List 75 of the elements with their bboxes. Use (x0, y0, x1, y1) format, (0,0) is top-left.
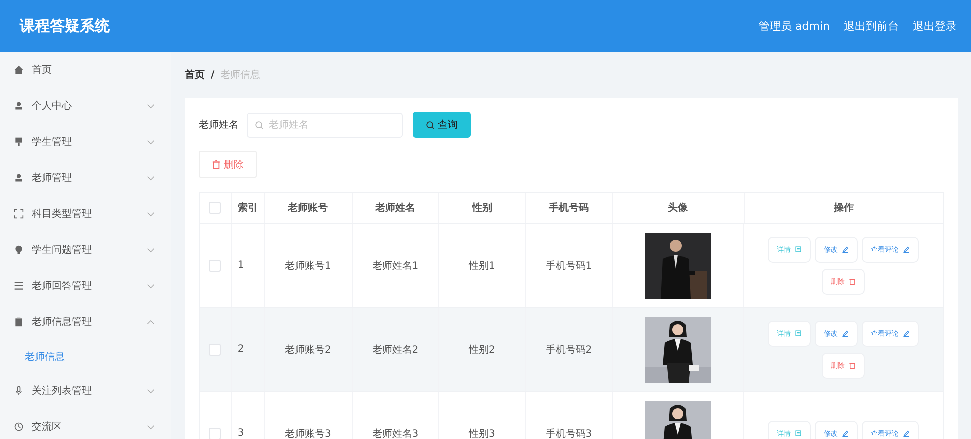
chevron-icon (147, 388, 155, 394)
trash-icon (849, 362, 856, 369)
column-header: 操作 (832, 202, 855, 216)
clock-icon (14, 422, 24, 432)
menu-label: 首页 (32, 64, 53, 77)
checkbox[interactable] (209, 344, 222, 356)
microphone-icon (14, 386, 24, 396)
chevron-icon (147, 140, 155, 144)
chevron-icon (147, 284, 155, 288)
trash-icon (849, 278, 856, 285)
home-icon (14, 65, 24, 75)
menu-item[interactable]: 老师回答管理 (0, 268, 171, 304)
pencil-icon (842, 330, 850, 337)
chevron-icon (147, 176, 155, 180)
menu-item[interactable]: 学生管理 (0, 124, 171, 160)
header-link[interactable]: 退出登录 (913, 18, 957, 34)
clipboard-icon (14, 317, 24, 327)
search-icon (426, 120, 435, 130)
search-icon (255, 120, 264, 130)
pencil-icon (903, 330, 910, 337)
table-cell: 老师账号3 (264, 392, 353, 439)
menu-label: 老师管理 (32, 172, 73, 185)
menu-item[interactable]: 科目类型管理 (0, 196, 171, 232)
app-title: 课程答疑系统 (20, 16, 110, 36)
menu-label: 学生问题管理 (32, 244, 93, 257)
pencil-icon (842, 430, 850, 437)
menu-label: 个人中心 (32, 100, 73, 113)
menu-item[interactable]: 交流区 (0, 409, 171, 439)
header-link[interactable]: 管理员 admin (759, 18, 830, 34)
list-icon (14, 281, 24, 291)
menu-item[interactable]: 老师管理 (0, 160, 171, 196)
menu-item[interactable]: 老师信息管理 (0, 304, 171, 340)
pencil-icon (903, 430, 910, 437)
table-cell: 老师姓名3 (352, 392, 440, 439)
breadcrumb-separator: / (211, 70, 215, 80)
menu-item[interactable]: 关注列表管理 (0, 373, 171, 409)
pencil-icon (842, 246, 850, 253)
checkbox[interactable] (209, 428, 222, 439)
search-field[interactable]: 老师姓名 (247, 112, 403, 138)
chevron-icon (147, 320, 155, 324)
submenu-item[interactable]: 老师信息 (0, 340, 171, 373)
search-button[interactable]: 查询 (413, 112, 471, 138)
document-icon (795, 430, 802, 437)
chevron-icon (147, 424, 155, 430)
menu-item[interactable]: 首页 (0, 52, 171, 88)
menu-item[interactable]: 学生问题管理 (0, 232, 171, 268)
user-icon (14, 173, 24, 183)
document-icon (795, 330, 802, 337)
pencil-icon (903, 246, 910, 253)
menu-label: 学生管理 (32, 136, 73, 149)
bulb-icon (14, 245, 24, 255)
checkbox[interactable] (209, 202, 222, 214)
user-icon (14, 101, 24, 111)
chevron-icon (147, 248, 155, 252)
menu-label: 关注列表管理 (32, 384, 93, 398)
chevron-icon (147, 104, 155, 108)
breadcrumb-item[interactable]: 首页 (185, 68, 205, 82)
checkbox[interactable] (209, 260, 222, 272)
menu-label: 科目类型管理 (32, 208, 93, 221)
document-icon (795, 246, 802, 253)
delete-button[interactable]: 删除 (199, 151, 257, 178)
frame-icon (14, 209, 24, 219)
breadcrumb-item: 老师信息 (220, 68, 261, 82)
menu-label: 老师回答管理 (32, 280, 93, 293)
field-label: 老师姓名 (199, 118, 239, 132)
menu-label: 老师信息管理 (32, 316, 93, 329)
chevron-icon (147, 212, 155, 216)
trash-icon (212, 160, 221, 169)
table-cell: 3 (232, 392, 265, 439)
table-cell: 性别3 (439, 392, 526, 439)
menu-label: 交流区 (32, 420, 63, 434)
menu-item[interactable]: 个人中心 (0, 88, 171, 124)
header-link[interactable]: 退出到前台 (844, 18, 899, 34)
table-cell: 手机号码3 (526, 392, 613, 439)
signpost-icon (14, 137, 24, 147)
